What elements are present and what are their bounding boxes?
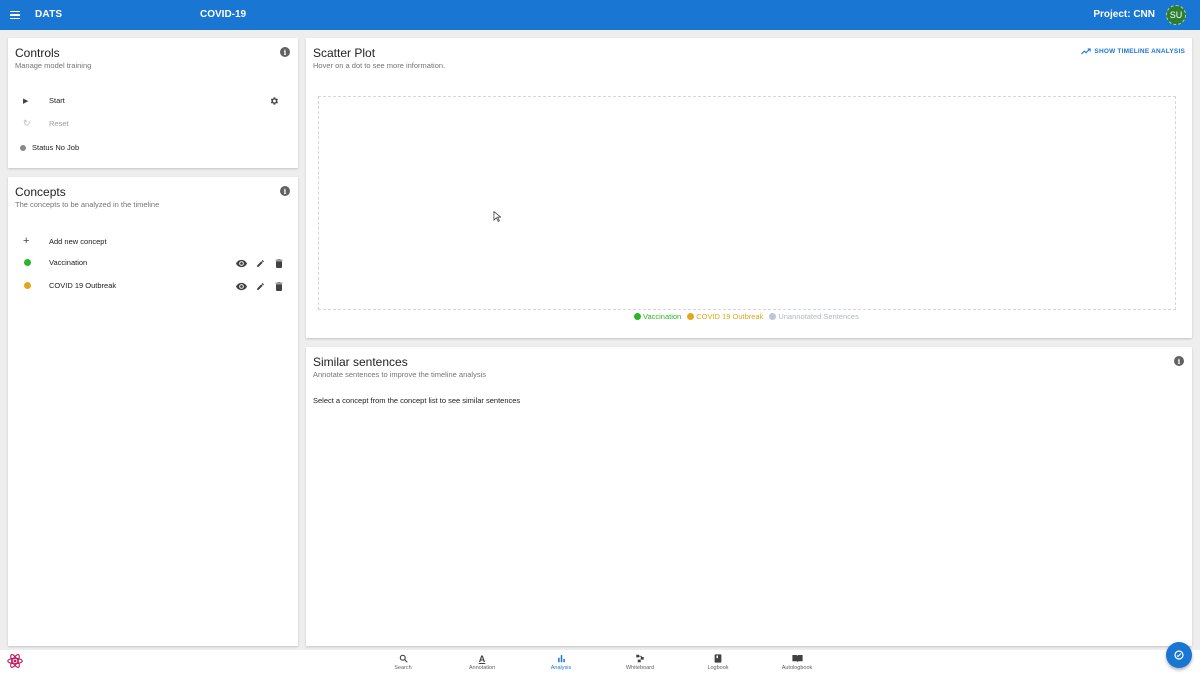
nav-label: Search <box>394 665 412 671</box>
legend-item[interactable]: COVID 19 Outbreak <box>687 312 763 321</box>
edit-icon[interactable] <box>254 257 266 269</box>
legend-label: Unannotated Sentences <box>778 312 859 321</box>
concepts-title: Concepts <box>15 185 66 199</box>
status-row: Status No Job <box>20 143 79 152</box>
eye-icon[interactable] <box>235 280 247 292</box>
concepts-card: Concepts The concepts to be analyzed in … <box>8 177 298 646</box>
info-icon[interactable]: i <box>280 47 290 57</box>
controls-subtitle: Manage model training <box>15 61 92 70</box>
user-avatar[interactable]: SU <box>1166 5 1186 25</box>
legend-dot <box>687 313 695 320</box>
concept-name: Vaccination <box>49 258 88 267</box>
similar-placeholder-text: Select a concept from the concept list t… <box>313 396 521 405</box>
app-brand[interactable]: DATS <box>35 9 62 20</box>
legend-item[interactable]: Unannotated Sentences <box>769 312 859 321</box>
nav-autologbook[interactable]: Autologbook <box>767 654 827 671</box>
mouse-cursor-icon <box>493 211 501 222</box>
bottom-navigation: Search A Annotation Analysis Whiteboard … <box>0 650 1200 675</box>
concept-name: COVID 19 Outbreak <box>49 281 117 290</box>
search-icon <box>399 654 408 664</box>
nav-analysis[interactable]: Analysis <box>531 654 591 671</box>
settings-icon[interactable] <box>268 95 280 107</box>
concept-color-dot <box>24 282 31 289</box>
show-timeline-analysis-button[interactable]: SHOW TIMELINE ANALYSIS <box>1081 48 1185 55</box>
start-label: Start <box>49 96 65 105</box>
add-concept-label: Add new concept <box>49 236 107 246</box>
legend-label: Vaccination <box>643 312 682 321</box>
similar-subtitle: Annotate sentences to improve the timeli… <box>313 370 487 379</box>
info-icon[interactable]: i <box>280 186 290 196</box>
scatter-legend: Vaccination COVID 19 Outbreak Unannotate… <box>634 312 859 321</box>
trending-up-icon <box>1081 48 1092 55</box>
nav-label: Logbook <box>707 665 729 671</box>
page-title: COVID-19 <box>200 9 247 20</box>
similar-title: Similar sentences <box>313 355 408 369</box>
add-concept-button[interactable]: + Add new concept <box>23 235 107 247</box>
app-bar: DATS COVID-19 Project: CNN SU <box>0 0 1200 30</box>
controls-card: Controls Manage model training i ▶ Start… <box>8 38 298 168</box>
annotation-icon: A <box>478 654 486 664</box>
book-icon <box>714 654 722 664</box>
nav-label: Autologbook <box>781 665 813 671</box>
scatter-subtitle: Hover on a dot to see more information. <box>313 61 446 70</box>
status-dot-icon <box>20 144 26 151</box>
legend-dot <box>634 313 641 320</box>
reset-button[interactable]: ↻ Reset <box>23 118 69 129</box>
reset-icon: ↻ <box>23 118 31 128</box>
legend-dot <box>769 313 777 320</box>
scatter-plot-area[interactable] <box>318 96 1176 310</box>
legend-label: COVID 19 Outbreak <box>696 312 764 321</box>
similar-sentences-card: Similar sentences Annotate sentences to … <box>306 347 1192 646</box>
scatter-title: Scatter Plot <box>313 46 376 60</box>
info-icon[interactable]: i <box>1174 356 1184 366</box>
nav-label: Annotation <box>468 665 496 671</box>
reset-label: Reset <box>49 119 69 128</box>
chat-assistant-button[interactable] <box>1166 642 1192 668</box>
whiteboard-icon <box>635 654 645 664</box>
delete-icon[interactable] <box>273 280 285 292</box>
bar-chart-icon <box>557 654 566 664</box>
nav-whiteboard[interactable]: Whiteboard <box>610 654 670 671</box>
nav-annotation[interactable]: A Annotation <box>452 654 512 671</box>
status-label: Status No Job <box>32 143 80 152</box>
edit-icon[interactable] <box>254 280 266 292</box>
delete-icon[interactable] <box>273 257 285 269</box>
start-button[interactable]: ▶ Start <box>23 96 65 105</box>
concept-color-dot <box>24 259 31 266</box>
plus-icon: + <box>23 235 30 247</box>
legend-item[interactable]: Vaccination <box>634 312 681 321</box>
open-book-icon <box>791 654 803 664</box>
scatter-plot-card: Scatter Plot Hover on a dot to see more … <box>306 38 1192 338</box>
concept-item[interactable]: Vaccination <box>24 258 87 267</box>
concepts-subtitle: The concepts to be analyzed in the timel… <box>15 200 160 209</box>
nav-label: Whiteboard <box>625 665 655 671</box>
play-icon: ▶ <box>23 97 29 105</box>
controls-title: Controls <box>15 46 60 60</box>
timeline-button-label: SHOW TIMELINE ANALYSIS <box>1094 48 1185 55</box>
menu-icon[interactable] <box>10 7 26 23</box>
react-logo-icon <box>7 654 23 668</box>
project-name: Project: CNN <box>1093 9 1155 20</box>
nav-search[interactable]: Search <box>373 654 433 671</box>
eye-icon[interactable] <box>235 257 247 269</box>
nav-logbook[interactable]: Logbook <box>688 654 748 671</box>
concept-item[interactable]: COVID 19 Outbreak <box>24 281 116 290</box>
nav-label: Analysis <box>550 665 572 671</box>
assistant-icon <box>1174 650 1184 660</box>
